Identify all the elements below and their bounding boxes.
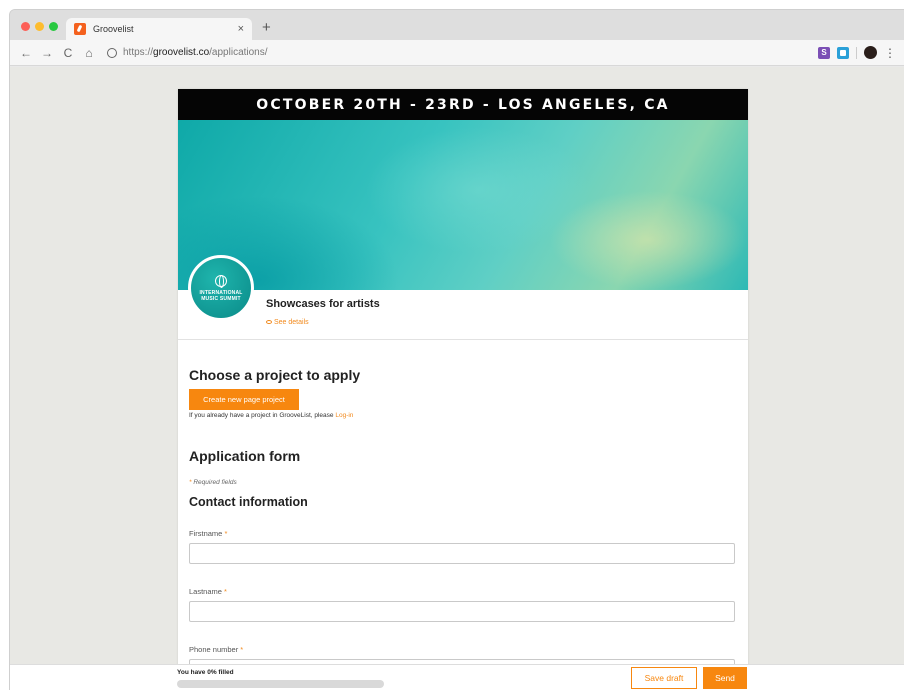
firstname-field[interactable] <box>189 543 735 564</box>
see-details-label: See details <box>274 319 309 326</box>
firstname-label-text: Firstname <box>189 529 223 538</box>
browser-window: Groovelist × + ← → C ⌂ https://groovelis… <box>10 10 904 690</box>
tab-strip: Groovelist × + <box>10 10 904 40</box>
required-asterisk: * <box>224 587 227 596</box>
eye-icon <box>266 320 272 325</box>
s-extension-icon[interactable]: S <box>818 46 830 59</box>
required-fields-text: Required fields <box>191 479 237 486</box>
site-info-icon[interactable] <box>107 47 117 58</box>
required-asterisk: * <box>224 529 228 538</box>
profile-avatar[interactable] <box>864 46 877 59</box>
maximize-window-button[interactable] <box>49 22 58 31</box>
browser-tab[interactable]: Groovelist × <box>66 18 252 40</box>
login-note-text: If you already have a project in GrooveL… <box>189 412 336 419</box>
box-extension-icon[interactable] <box>837 46 849 59</box>
page-viewport[interactable]: OCTOBER 20TH - 23RD - LOS ANGELES, CA IN… <box>10 67 904 690</box>
login-link[interactable]: Log-in <box>335 412 353 419</box>
see-details-link[interactable]: See details <box>266 319 309 326</box>
toolbar-divider <box>856 46 857 59</box>
required-fields-note: * Required fields <box>189 479 237 486</box>
minimize-window-button[interactable] <box>35 22 44 31</box>
new-tab-button[interactable]: + <box>262 20 271 35</box>
required-asterisk: * <box>240 645 244 654</box>
back-button[interactable]: ← <box>18 46 34 60</box>
login-note: If you already have a project in GrooveL… <box>189 412 353 419</box>
home-button[interactable]: ⌂ <box>81 46 97 60</box>
browser-toolbar: ← → C ⌂ https://groovelist.co/applicatio… <box>10 40 904 66</box>
project-header: Showcases for artists See details <box>178 290 748 340</box>
phone-label: Phone number * <box>189 645 243 654</box>
globe-icon <box>215 274 227 288</box>
phone-label-text: Phone number <box>189 645 239 654</box>
groovelist-favicon-icon <box>74 23 86 35</box>
contact-info-heading: Contact information <box>189 495 308 509</box>
url-host: groovelist.co <box>153 47 210 58</box>
lastname-label: Lastname * <box>189 587 227 596</box>
choose-project-heading: Choose a project to apply <box>189 367 361 383</box>
hero-image <box>178 120 748 290</box>
reload-button[interactable]: C <box>60 46 76 60</box>
close-window-button[interactable] <box>21 22 30 31</box>
form-progress-bar: You have 0% filled Save draft Send <box>10 664 904 690</box>
application-card: OCTOBER 20TH - 23RD - LOS ANGELES, CA IN… <box>178 89 748 690</box>
send-button[interactable]: Send <box>703 667 747 689</box>
firstname-label: Firstname * <box>189 529 227 538</box>
event-date-banner: OCTOBER 20TH - 23RD - LOS ANGELES, CA <box>178 89 748 120</box>
extensions-area: S ⋮ <box>818 46 904 59</box>
application-form-heading: Application form <box>189 448 301 464</box>
tab-close-icon[interactable]: × <box>238 23 244 35</box>
lastname-label-text: Lastname <box>189 587 222 596</box>
address-bar[interactable]: https://groovelist.co/applications/ <box>107 43 797 63</box>
forward-button[interactable]: → <box>39 46 55 60</box>
create-project-button[interactable]: Create new page project <box>189 389 299 410</box>
progress-label: You have 0% filled <box>177 669 234 676</box>
browser-menu-icon[interactable]: ⋮ <box>884 47 896 59</box>
project-title: Showcases for artists <box>266 298 380 310</box>
save-draft-button[interactable]: Save draft <box>631 667 697 689</box>
lastname-field[interactable] <box>189 601 735 622</box>
tab-title: Groovelist <box>93 24 134 34</box>
url-prefix: https:// <box>123 47 154 58</box>
url-path: /applications/ <box>209 47 268 58</box>
progress-track <box>177 680 384 688</box>
